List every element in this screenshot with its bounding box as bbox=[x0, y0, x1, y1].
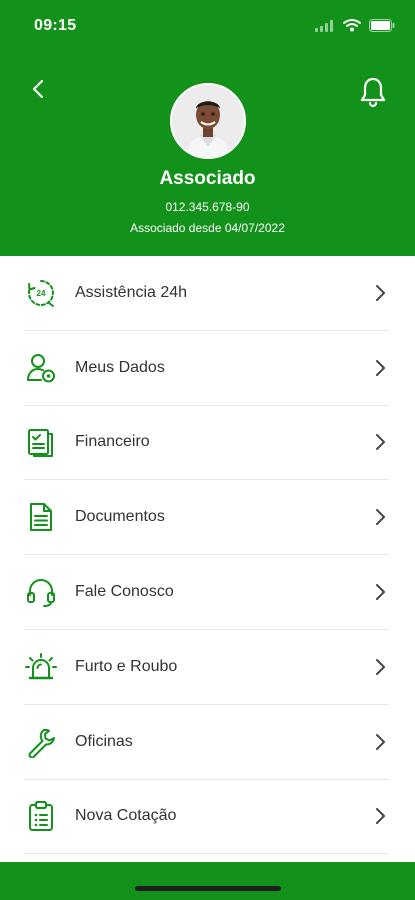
menu-item-label: Documentos bbox=[75, 508, 165, 526]
menu-item-furto-roubo[interactable]: Furto e Roubo bbox=[24, 630, 389, 705]
menu-item-nova-cotacao[interactable]: Nova Cotação bbox=[24, 780, 389, 855]
chevron-right-icon bbox=[376, 359, 385, 376]
chevron-right-icon bbox=[376, 584, 385, 601]
notifications-button[interactable] bbox=[359, 76, 387, 108]
chevron-right-icon bbox=[376, 808, 385, 825]
document-icon bbox=[24, 500, 58, 534]
menu-list: 24 Assistência 24h Meus Dados Financeiro… bbox=[0, 256, 415, 855]
profile-id-number: 012.345.678-90 bbox=[165, 200, 250, 214]
wifi-icon bbox=[343, 18, 361, 32]
menu-item-fale-conosco[interactable]: Fale Conosco bbox=[24, 555, 389, 630]
menu-item-documentos[interactable]: Documentos bbox=[24, 480, 389, 556]
profile-header: 09:15 Associado 012.345.678-90 Associado… bbox=[0, 0, 415, 256]
menu-item-label: Oficinas bbox=[75, 732, 133, 750]
menu-item-assistencia[interactable]: 24 Assistência 24h bbox=[24, 256, 389, 331]
menu-item-label: Meus Dados bbox=[75, 358, 165, 376]
chevron-right-icon bbox=[376, 509, 385, 526]
status-time: 09:15 bbox=[34, 17, 77, 34]
chevron-left-icon bbox=[32, 79, 44, 99]
headset-icon bbox=[24, 575, 58, 609]
menu-item-label: Financeiro bbox=[75, 433, 150, 451]
chevron-right-icon bbox=[376, 658, 385, 675]
profile-photo bbox=[172, 85, 244, 157]
member-since: Associado desde 04/07/2022 bbox=[130, 221, 285, 235]
chevron-right-icon bbox=[376, 284, 385, 301]
status-bar: 09:15 bbox=[0, 0, 415, 50]
clipboard-list-icon bbox=[24, 799, 58, 833]
home-indicator[interactable] bbox=[135, 886, 281, 891]
24h-clock-icon: 24 bbox=[24, 276, 58, 310]
signal-icon bbox=[315, 18, 335, 32]
bell-icon bbox=[360, 77, 386, 108]
svg-text:24: 24 bbox=[37, 289, 46, 298]
menu-item-oficinas[interactable]: Oficinas bbox=[24, 705, 389, 780]
chevron-right-icon bbox=[376, 434, 385, 451]
profile-name: Associado bbox=[159, 168, 256, 189]
wrench-icon bbox=[24, 725, 58, 759]
menu-item-label: Furto e Roubo bbox=[75, 657, 178, 675]
menu-item-financeiro[interactable]: Financeiro bbox=[24, 406, 389, 481]
back-button[interactable] bbox=[26, 76, 52, 102]
menu-item-meus-dados[interactable]: Meus Dados bbox=[24, 331, 389, 406]
user-settings-icon bbox=[24, 351, 58, 385]
battery-icon bbox=[369, 18, 395, 32]
menu-item-label: Assistência 24h bbox=[75, 283, 188, 301]
menu-item-label: Fale Conosco bbox=[75, 583, 174, 601]
bottom-bar bbox=[0, 862, 415, 900]
status-icons bbox=[315, 16, 395, 34]
invoice-icon bbox=[24, 425, 58, 459]
avatar[interactable] bbox=[170, 83, 246, 159]
menu-item-label: Nova Cotação bbox=[75, 807, 177, 825]
chevron-right-icon bbox=[376, 733, 385, 750]
alarm-siren-icon bbox=[24, 650, 58, 684]
